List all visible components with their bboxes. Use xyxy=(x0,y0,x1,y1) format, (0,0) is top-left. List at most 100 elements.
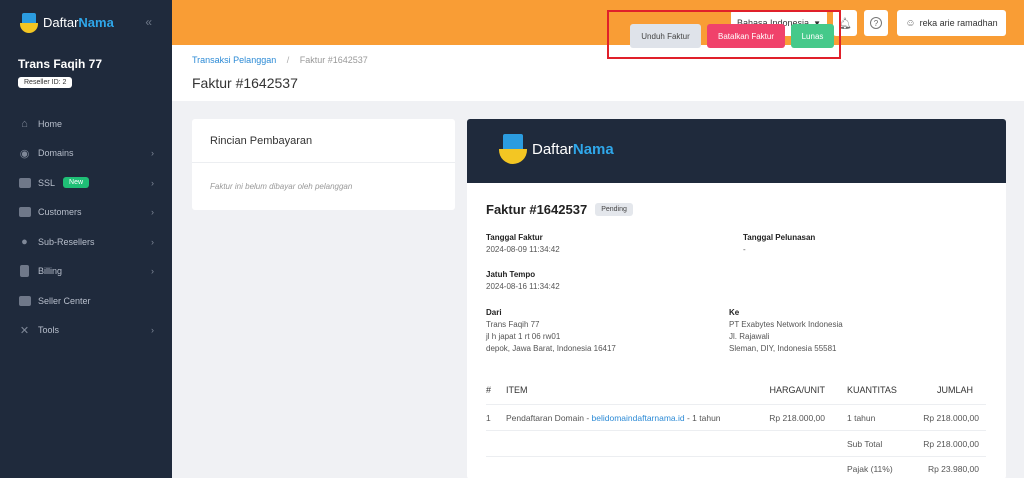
row-qty: 1 tahun xyxy=(847,413,876,423)
sidebar-item-domains[interactable]: ◉ Domains › xyxy=(0,139,172,169)
col-total-header: JUMLAH xyxy=(936,385,973,395)
reseller-id-badge: Reseller ID: 2 xyxy=(18,77,73,88)
sidebar-item-label: Billing xyxy=(38,266,63,277)
row-total: Rp 218.000,00 xyxy=(923,413,979,423)
brand-logo[interactable]: DaftarNama « xyxy=(0,0,172,45)
sidebar-item-tools[interactable]: ✕ Tools › xyxy=(0,316,172,346)
from-address: Dari Trans Faqih 77 jl h japat 1 rt 06 r… xyxy=(486,307,616,355)
col-item-header: ITEM xyxy=(506,385,528,395)
page-title: Faktur #1642537 xyxy=(192,75,298,91)
breadcrumb-current: Faktur #1642537 xyxy=(299,55,368,65)
row-item: Pendaftaran Domain - belidomaindaftarnam… xyxy=(506,413,721,423)
table-divider xyxy=(486,456,986,457)
sidebar-item-label: SSL xyxy=(38,177,56,188)
user-name: reka arie ramadhan xyxy=(919,18,998,28)
cancel-invoice-button[interactable]: Batalkan Faktur xyxy=(707,24,785,48)
payment-note: Faktur ini belum dibayar oleh pelanggan xyxy=(210,182,353,191)
sidebar-item-customers[interactable]: Customers › xyxy=(0,198,172,228)
account-panel: Trans Faqih 77 Reseller ID: 2 xyxy=(0,45,172,101)
brand-part2: Nama xyxy=(572,140,614,158)
collapse-sidebar-icon[interactable]: « xyxy=(145,15,152,29)
field-label: Ke xyxy=(729,308,740,317)
breadcrumb-separator: / xyxy=(286,55,290,65)
sidebar-item-label: Domains xyxy=(38,148,74,159)
sidebar-item-label: Sub-Resellers xyxy=(38,236,95,247)
logo-mark-icon xyxy=(499,134,527,164)
page-header: Transaksi Pelanggan / Faktur #1642537 Fa… xyxy=(172,45,1024,101)
users-icon: ● xyxy=(21,235,28,248)
sidebar-item-sub-resellers[interactable]: ● Sub-Resellers › xyxy=(0,227,172,257)
brand-part1: Daftar xyxy=(532,140,573,158)
breadcrumb-parent-link[interactable]: Transaksi Pelanggan xyxy=(192,55,276,65)
chevron-right-icon: › xyxy=(151,325,154,336)
sidebar: DaftarNama « Trans Faqih 77 Reseller ID:… xyxy=(0,0,172,478)
user-icon: ☺ xyxy=(905,17,916,29)
globe-icon: ◉ xyxy=(19,147,30,160)
status-badge: Pending xyxy=(595,203,633,216)
invoice-number: Faktur #1642537 xyxy=(486,202,588,217)
field-label: Tanggal Faktur xyxy=(486,233,543,242)
logo-mark-icon xyxy=(20,12,38,33)
invoice-logo: DaftarNama xyxy=(499,134,614,164)
document-icon xyxy=(18,265,31,278)
address-line: PT Exabytes Network Indonesia xyxy=(729,320,843,329)
to-address: Ke PT Exabytes Network Indonesia Jl. Raj… xyxy=(729,307,843,355)
sidebar-item-label: Customers xyxy=(38,207,82,218)
field-label: Tanggal Pelunasan xyxy=(743,233,816,242)
paid-date-field: Tanggal Pelunasan - xyxy=(743,232,815,256)
sidebar-item-home[interactable]: ⌂ Home xyxy=(0,109,172,139)
row-no: 1 xyxy=(486,413,491,423)
address-line: jl h japat 1 rt 06 rw01 xyxy=(486,332,561,341)
sidebar-item-seller-center[interactable]: Seller Center xyxy=(0,286,172,316)
col-price-header: HARGA/UNIT xyxy=(769,385,825,395)
lock-icon xyxy=(18,177,31,189)
chevron-right-icon: › xyxy=(151,207,154,218)
tax-value: Rp 23.980,00 xyxy=(927,464,979,474)
subtotal-value: Rp 218.000,00 xyxy=(923,439,979,449)
question-icon: ? xyxy=(870,17,882,29)
domain-link[interactable]: belidomaindaftarnama.id xyxy=(592,413,685,423)
field-label: Jatuh Tempo xyxy=(486,270,536,279)
field-value: - xyxy=(743,245,746,254)
invoice-title: Faktur #1642537 Pending xyxy=(486,202,633,217)
chevron-right-icon: › xyxy=(151,148,154,159)
field-value: 2024-08-16 11:34:42 xyxy=(486,282,560,291)
tools-icon: ✕ xyxy=(19,324,30,337)
address-line: Jl. Rajawali xyxy=(729,332,770,341)
invoice-card: DaftarNama Faktur #1642537 Pending Tangg… xyxy=(467,119,1006,478)
due-date-field: Jatuh Tempo 2024-08-16 11:34:42 xyxy=(486,269,560,293)
sidebar-item-label: Tools xyxy=(38,325,60,336)
address-line: depok, Jawa Barat, Indonesia 16417 xyxy=(486,344,616,353)
payment-details-card: Rincian Pembayaran Faktur ini belum diba… xyxy=(192,119,455,210)
chevron-right-icon: › xyxy=(151,177,154,188)
account-name: Trans Faqih 77 xyxy=(18,57,103,71)
address-line: Sleman, DIY, Indonesia 55581 xyxy=(729,344,837,353)
sidebar-item-label: Seller Center xyxy=(38,295,91,306)
home-icon: ⌂ xyxy=(21,117,28,130)
sidebar-item-label: Home xyxy=(38,118,63,129)
store-icon xyxy=(18,295,31,307)
subtotal-label: Sub Total xyxy=(847,439,883,449)
divider xyxy=(192,162,455,163)
field-label: Dari xyxy=(486,308,502,317)
topbar: Bahasa Indonesia ▼ 🔔︎ ? ☺ reka arie rama… xyxy=(172,0,1024,45)
table-divider xyxy=(486,404,986,405)
col-qty-header: KUANTITAS xyxy=(847,385,897,395)
help-button[interactable]: ? xyxy=(864,10,888,36)
brand-part2: Nama xyxy=(78,15,114,30)
download-invoice-button[interactable]: Unduh Faktur xyxy=(630,24,701,48)
chevron-right-icon: › xyxy=(151,236,154,247)
sidebar-item-billing[interactable]: Billing › xyxy=(0,257,172,287)
table-divider xyxy=(486,430,986,431)
sidebar-nav: ⌂ Home ◉ Domains › SSL New › Customers ›… xyxy=(0,109,172,345)
address-line: Trans Faqih 77 xyxy=(486,320,540,329)
user-menu-button[interactable]: ☺ reka arie ramadhan xyxy=(897,10,1006,36)
brand-part1: Daftar xyxy=(43,15,79,30)
sidebar-item-ssl[interactable]: SSL New › xyxy=(0,168,172,198)
mark-paid-button[interactable]: Lunas xyxy=(791,24,834,48)
invoice-date-field: Tanggal Faktur 2024-08-09 11:34:42 xyxy=(486,232,560,256)
new-badge: New xyxy=(63,177,90,189)
chevron-right-icon: › xyxy=(151,266,154,277)
col-no-header: # xyxy=(486,385,492,395)
breadcrumb: Transaksi Pelanggan / Faktur #1642537 xyxy=(192,55,368,65)
